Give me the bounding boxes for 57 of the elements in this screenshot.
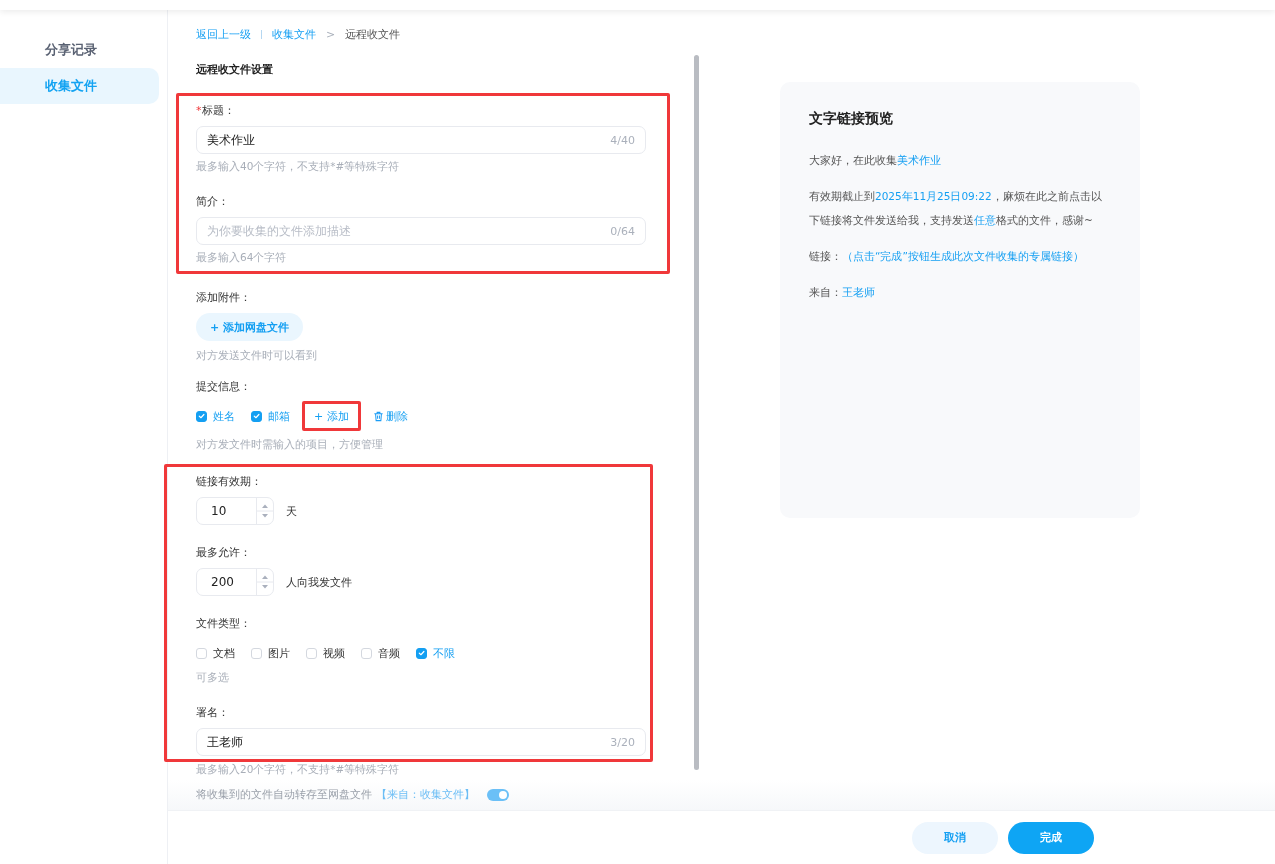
checkbox[interactable] <box>196 410 207 422</box>
unit-label: 人向我发文件 <box>286 574 352 590</box>
sidebar-item[interactable]: 分享记录 <box>0 32 159 68</box>
checkbox-label[interactable]: 视频 <box>323 645 345 661</box>
breadcrumb-link[interactable]: 返回上一级 <box>196 26 251 42</box>
checkbox[interactable] <box>251 410 262 422</box>
field-label: 添加附件： <box>196 291 251 304</box>
hint-text: 最多输入20个字符，不支持*#等特殊字符 <box>196 763 401 777</box>
field-label: 提交信息： <box>196 380 251 393</box>
signature-input[interactable]: 王老师 3/20 <box>196 728 646 756</box>
required-mark: * <box>196 104 202 117</box>
char-counter: 0/64 <box>610 224 635 238</box>
preview-paragraph: 来自：王老师 <box>809 285 876 300</box>
breadcrumb-separator: > <box>326 27 336 41</box>
folder-link[interactable]: 【来自：收集文件】 <box>376 788 475 802</box>
field-label: 文件类型： <box>196 617 251 630</box>
delete-button[interactable]: 删除 <box>372 401 408 431</box>
checkbox-label[interactable]: 图片 <box>268 645 290 661</box>
trash-icon <box>372 410 384 422</box>
number-input[interactable]: 10 <box>196 497 274 525</box>
toggle-switch[interactable] <box>487 789 509 801</box>
section-title: 远程收文件设置 <box>196 62 274 77</box>
add-file-button[interactable]: + 添加网盘文件 <box>196 313 304 341</box>
hint-text: 最多输入40个字符，不支持*#等特殊字符 <box>196 160 401 174</box>
done-button[interactable]: 完成 <box>1008 821 1094 854</box>
field-label: 链接有效期： <box>196 475 262 488</box>
char-counter: 3/20 <box>610 735 635 749</box>
hint-text: 最多输入64个字符 <box>196 251 288 265</box>
preview-title: 文字链接预览 <box>809 110 894 128</box>
checkbox-label[interactable]: 邮箱 <box>268 408 290 424</box>
add-field-button[interactable]: + 添加 <box>302 401 361 431</box>
preview-paragraph: 大家好，在此收集美术作业 <box>809 153 942 168</box>
field-label: 署名： <box>196 706 229 719</box>
cancel-button[interactable]: 取消 <box>912 821 998 854</box>
title-input[interactable]: 美术作业 4/40 <box>196 126 646 154</box>
field-label: 最多允许： <box>196 546 251 559</box>
hint-text: 对方发送文件时可以看到 <box>196 349 318 363</box>
checkbox-label[interactable]: 姓名 <box>213 408 235 424</box>
preview-paragraph: 有效期截止到2025年11月25日09:22，麻烦在此之前点击以下链接将文件发送给我，支持发送任意格式的文件，感谢~ <box>809 189 1103 228</box>
number-input[interactable]: 200 <box>196 568 274 596</box>
sidebar-item[interactable]: 收集文件 <box>0 68 159 104</box>
checkbox[interactable] <box>416 647 427 659</box>
field-label: 简介： <box>196 195 229 208</box>
checkbox-label[interactable]: 文档 <box>213 645 235 661</box>
breadcrumb-link[interactable]: 收集文件 <box>272 26 316 42</box>
breadcrumb-current: 远程收文件 <box>345 26 401 42</box>
hint-text: 对方发文件时需输入的项目，方便管理 <box>196 438 384 452</box>
field-label: 标题： <box>201 104 235 117</box>
description-input[interactable]: 为你要收集的文件添加描述 0/64 <box>196 217 646 245</box>
char-counter: 4/40 <box>610 133 635 147</box>
unit-label: 天 <box>286 503 297 519</box>
checkbox-label[interactable]: 音频 <box>378 645 400 661</box>
scrollbar-thumb[interactable] <box>694 55 699 770</box>
checkbox-label[interactable]: 不限 <box>433 645 455 661</box>
autosave-text: 将收集到的文件自动转存至网盘文件 <box>196 788 372 802</box>
preview-paragraph: 链接：（点击“完成”按钮生成此次文件收集的专属链接） <box>809 249 1085 264</box>
hint-text: 可多选 <box>196 671 230 685</box>
